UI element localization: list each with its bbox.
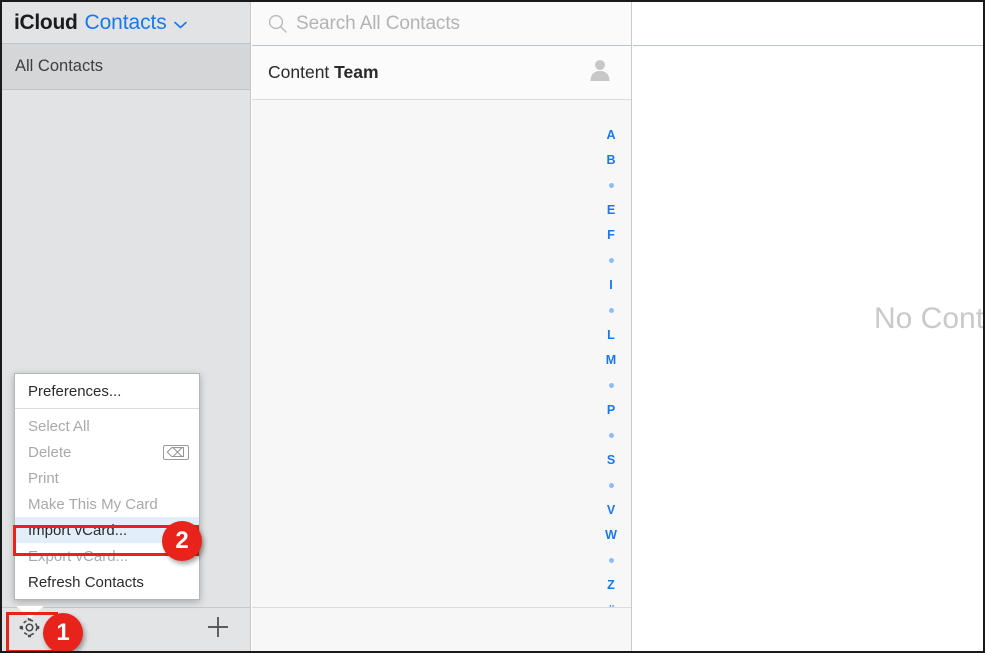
- annotation-badge-1: 1: [43, 613, 83, 651]
- chevron-down-icon[interactable]: [173, 18, 187, 31]
- menu-item-label: Make This My Card: [28, 495, 158, 513]
- person-icon: [587, 57, 613, 88]
- plus-icon: [205, 614, 231, 646]
- dot-icon: [608, 308, 614, 313]
- alphabet-index-letter[interactable]: V: [603, 498, 619, 523]
- alphabet-index-letter[interactable]: W: [603, 523, 619, 548]
- alphabet-index-letter[interactable]: Z: [603, 573, 619, 598]
- sidebar-item-all-contacts[interactable]: All Contacts: [2, 44, 250, 90]
- menu-item-label: Delete: [28, 443, 72, 461]
- alphabet-index-letter[interactable]: E: [603, 198, 619, 223]
- detail-empty-message: No Contact Selected: [874, 302, 985, 335]
- sidebar-header: iCloud Contacts: [2, 2, 250, 44]
- contact-list-title: Content Team: [268, 62, 379, 83]
- contact-list-body: ABEFILMPSVWZ#: [252, 101, 631, 617]
- menu-item-label: Select All: [28, 417, 90, 435]
- annotation-badge-2: 2: [162, 521, 202, 561]
- menu-item-label: Refresh Contacts: [28, 573, 144, 591]
- contact-detail-pane: No Contact Selected: [633, 2, 983, 651]
- contact-list-title-bold: Team: [334, 62, 379, 82]
- menu-item-refresh-contacts[interactable]: Refresh Contacts: [15, 569, 199, 595]
- icloud-contacts-window: iCloud Contacts All Contacts Preferences…: [0, 0, 985, 653]
- alphabet-index-letter[interactable]: M: [603, 348, 619, 373]
- context-menu-caret: [16, 606, 44, 619]
- alphabet-index-dot[interactable]: [603, 423, 619, 448]
- dot-icon: [608, 558, 614, 563]
- contact-list-pane: Search All Contacts Content Team ABEFILM…: [252, 2, 632, 651]
- detail-topbar: [633, 2, 983, 46]
- alphabet-index-letter[interactable]: P: [603, 398, 619, 423]
- menu-item-print[interactable]: Print: [15, 465, 199, 491]
- alphabet-index-dot[interactable]: [603, 173, 619, 198]
- settings-context-menu: Preferences... Select All Delete ⌫ Print…: [14, 373, 200, 600]
- dot-icon: [608, 483, 614, 488]
- alphabet-index-letter[interactable]: S: [603, 448, 619, 473]
- gear-icon: [17, 615, 42, 645]
- contact-list-title-regular: Content: [268, 62, 335, 82]
- contact-list-header: Content Team: [252, 46, 631, 100]
- dot-icon: [608, 258, 614, 263]
- dot-icon: [608, 183, 614, 188]
- search-bar[interactable]: Search All Contacts: [252, 2, 631, 46]
- backspace-key-icon: ⌫: [162, 444, 189, 460]
- alphabet-index-letter[interactable]: F: [603, 223, 619, 248]
- contact-list-footer: [252, 607, 631, 651]
- add-contact-button[interactable]: [198, 613, 238, 647]
- menu-item-label: Export vCard...: [28, 547, 129, 565]
- alphabet-index-letter[interactable]: A: [603, 123, 619, 148]
- menu-separator: [15, 408, 199, 409]
- alphabet-index-letter[interactable]: L: [603, 323, 619, 348]
- dot-icon: [608, 383, 614, 388]
- menu-item-label: Print: [28, 469, 59, 487]
- menu-item-make-this-my-card[interactable]: Make This My Card: [15, 491, 199, 517]
- alphabet-index-letter[interactable]: B: [603, 148, 619, 173]
- alphabet-index-dot[interactable]: [603, 298, 619, 323]
- alphabet-index-dot[interactable]: [603, 373, 619, 398]
- menu-item-label: Preferences...: [28, 382, 122, 400]
- alphabet-index-dot[interactable]: [603, 473, 619, 498]
- search-input[interactable]: Search All Contacts: [296, 13, 460, 35]
- sidebar-item-label: All Contacts: [15, 57, 104, 75]
- menu-item-preferences[interactable]: Preferences...: [15, 378, 199, 404]
- search-icon: [266, 13, 288, 35]
- menu-item-delete[interactable]: Delete ⌫: [15, 439, 199, 465]
- alphabet-index-letter[interactable]: I: [603, 273, 619, 298]
- dot-icon: [608, 433, 614, 438]
- alphabet-index-dot[interactable]: [603, 248, 619, 273]
- brand-app-label[interactable]: Contacts: [85, 11, 167, 35]
- alphabet-index-dot[interactable]: [603, 548, 619, 573]
- brand-icloud-label: iCloud: [14, 10, 78, 34]
- menu-item-label: Import vCard...: [28, 521, 128, 539]
- menu-item-select-all[interactable]: Select All: [15, 413, 199, 439]
- alphabet-index[interactable]: ABEFILMPSVWZ#: [603, 123, 619, 623]
